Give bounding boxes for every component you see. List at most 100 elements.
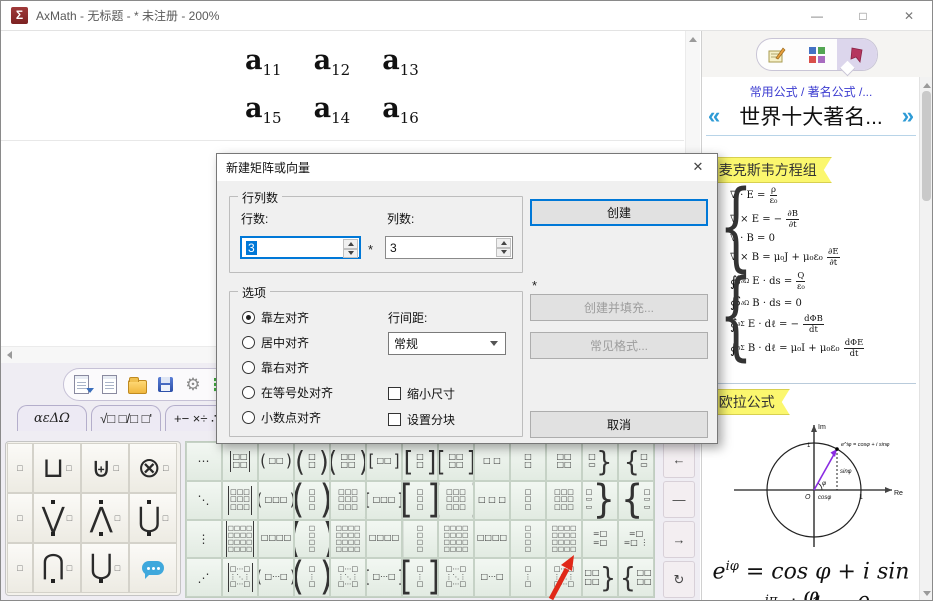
matrix-template-cell[interactable]: (□⋮□) xyxy=(294,558,330,597)
nary-operator-cell[interactable]: ⋁□ xyxy=(33,493,81,543)
euler-identity[interactable]: eiπ + 1 = 0 xyxy=(702,593,920,601)
cols-spinner[interactable] xyxy=(496,238,511,257)
open-folder-icon[interactable] xyxy=(127,374,148,395)
matrix-template-cell[interactable]: [□□□□] xyxy=(438,442,474,481)
scroll-left-icon[interactable] xyxy=(7,351,12,359)
symbol-tab-1[interactable]: √□ □/□ □' xyxy=(91,405,161,431)
palette-nav-button-2[interactable]: → xyxy=(663,521,695,558)
create-button[interactable]: 创建 xyxy=(530,199,708,226)
cols-input[interactable]: 3 xyxy=(385,236,513,259)
matrix-template-cell[interactable]: [□□□□□□□□□□□□□□□□] xyxy=(438,520,474,559)
library-scrollbar[interactable] xyxy=(919,77,933,601)
insert-template-menu-icon[interactable] xyxy=(71,374,92,395)
matrix-template-cell[interactable]: □□□□□□□□□ xyxy=(546,481,582,520)
cancel-button[interactable]: 取消 xyxy=(530,411,708,438)
symbol-tab-0[interactable]: αεΔΩ xyxy=(17,405,87,431)
matrix-template-cell[interactable]: [□⋯□⋮⋱⋮□⋯□] xyxy=(438,558,474,597)
align-radio[interactable]: 小数点对齐 xyxy=(242,409,333,425)
save-icon[interactable] xyxy=(155,374,176,395)
row-spacing-select[interactable]: 常规 xyxy=(388,332,506,355)
next-page-icon[interactable]: » xyxy=(902,103,914,129)
matrix-template-cell[interactable]: ⋰ xyxy=(186,558,222,597)
matrix-template-cell[interactable]: □▭▭} xyxy=(582,481,618,520)
palette-nav-button-3[interactable]: ↻ xyxy=(663,561,695,598)
matrix-template-cell[interactable]: {□▭ xyxy=(618,442,654,481)
nary-operator-cell[interactable]: ⊗□ xyxy=(129,443,177,493)
common-formats-button[interactable]: 常见格式... xyxy=(530,332,708,359)
matrix-template-cell[interactable]: □□ xyxy=(510,442,546,481)
matrix-template-cell[interactable]: [□□□] xyxy=(402,481,438,520)
matrix-template-cell[interactable]: □□□□□□□□□□□□□□□□ xyxy=(222,520,258,559)
matrix-template-cell[interactable]: [□⋯□] xyxy=(366,558,402,597)
matrix-template-cell[interactable]: [□□] xyxy=(402,442,438,481)
matrix-template-cell[interactable]: [□□□□] xyxy=(366,520,402,559)
matrix-template-cell[interactable]: {□□□□ xyxy=(618,558,654,597)
breadcrumb[interactable]: 常用公式 / 著名公式 /... xyxy=(702,83,920,100)
matrix-template-cell[interactable]: [□□] xyxy=(366,442,402,481)
matrix-template-cell[interactable]: [□□□] xyxy=(366,481,402,520)
matrix-template-cell[interactable]: (□□□□□□□□□) xyxy=(330,481,366,520)
scrollbar-thumb[interactable] xyxy=(922,91,931,201)
palette-nav-button-0[interactable]: ← xyxy=(663,441,695,478)
matrix-template-cell[interactable]: □□□ xyxy=(510,481,546,520)
settings-gear-icon[interactable]: ⚙ xyxy=(183,374,204,395)
dialog-close-button[interactable]: ✕ xyxy=(683,155,713,179)
placeholder-cell[interactable]: □ xyxy=(7,443,33,493)
matrix-template-cell[interactable]: ⋮ xyxy=(186,520,222,559)
matrix-template-cell[interactable]: (□□□□) xyxy=(294,520,330,559)
align-radio[interactable]: 靠右对齐 xyxy=(242,359,333,375)
matrix-template-cell[interactable]: (□□□□) xyxy=(330,442,366,481)
nary-operator-cell[interactable]: ⋃□ xyxy=(81,543,129,593)
maxwell-differential-equations[interactable]: {∇ · E = ρε₀∇ × E = − ∂B∂t∇ · B = 0∇ × B… xyxy=(716,183,841,269)
align-radio[interactable]: 居中对齐 xyxy=(242,334,333,350)
nary-operator-cell[interactable]: ⋃□ xyxy=(129,493,177,543)
option-checkbox[interactable]: 设置分块 xyxy=(388,411,455,427)
placeholder-cell[interactable]: □ xyxy=(7,493,33,543)
matrix-template-cell[interactable]: (□□□) xyxy=(258,481,294,520)
scroll-up-icon[interactable] xyxy=(923,83,931,88)
matrix-template-cell[interactable]: ⋱ xyxy=(186,481,222,520)
nary-operator-cell[interactable]: ⋀□ xyxy=(81,493,129,543)
matrix-template-cell[interactable]: ⋯ xyxy=(186,442,222,481)
comment-bubble-cell[interactable] xyxy=(129,543,177,593)
new-document-icon[interactable] xyxy=(99,374,120,395)
matrix-template-cell[interactable]: □□□□□□□□□ xyxy=(222,481,258,520)
minimize-button[interactable]: — xyxy=(794,1,840,30)
scroll-down-icon[interactable] xyxy=(923,591,931,596)
handwriting-tab[interactable] xyxy=(757,39,797,70)
placeholder-cell[interactable]: □ xyxy=(7,543,33,593)
matrix-template-cell[interactable]: [□□□□□□□□□] xyxy=(438,481,474,520)
matrix-template-cell[interactable]: (□□) xyxy=(294,442,330,481)
matrix-template-cell[interactable]: =□=□ ⋮ xyxy=(618,520,654,559)
matrix-template-cell[interactable]: □□□□ xyxy=(222,442,258,481)
matrix-template-cell[interactable]: (□□□□□□□□□□□□□□□□) xyxy=(330,520,366,559)
create-and-fill-button[interactable]: 创建并填充... xyxy=(530,294,708,321)
align-radio[interactable]: 靠左对齐 xyxy=(242,309,333,325)
nary-operator-cell[interactable]: ⋂□ xyxy=(33,543,81,593)
matrix-template-cell[interactable]: □ □ xyxy=(474,442,510,481)
matrix-template-cell[interactable]: (□⋯□⋮⋱⋮□⋯□) xyxy=(330,558,366,597)
rows-input[interactable]: 3 xyxy=(240,236,361,259)
matrix-template-cell[interactable]: □⋯□⋮⋱⋮□⋯□ xyxy=(222,558,258,597)
nary-operator-cell[interactable]: ⊔□ xyxy=(33,443,81,493)
euler-unit-circle-diagram[interactable]: Im Re O 1 1 φ sinφ cosφ e^iφ = cosφ + i … xyxy=(724,415,904,555)
scroll-up-icon[interactable] xyxy=(689,37,697,42)
matrix-template-cell[interactable]: □□□□ xyxy=(546,442,582,481)
close-button[interactable]: ✕ xyxy=(886,1,932,30)
option-checkbox[interactable]: 缩小尺寸 xyxy=(388,385,455,401)
matrix-template-cell[interactable]: □▭} xyxy=(582,442,618,481)
matrix-template-cell[interactable]: [□□□□] xyxy=(402,520,438,559)
matrix-template-cell[interactable]: □⋯□ xyxy=(474,558,510,597)
matrix-template-cell[interactable]: (□⋯□) xyxy=(258,558,294,597)
matrix-template-cell[interactable]: □ □ □ xyxy=(474,481,510,520)
prev-page-icon[interactable]: « xyxy=(708,103,720,129)
rows-spinner[interactable] xyxy=(343,239,358,258)
maximize-button[interactable]: □ xyxy=(840,1,886,30)
palette-nav-button-1[interactable]: — xyxy=(663,481,695,518)
symbol-library-tab[interactable] xyxy=(797,39,837,70)
align-radio[interactable]: 在等号处对齐 xyxy=(242,384,333,400)
maxwell-integral-equations[interactable]: {∯∂Ω E · ds = Qε₀∯∂Ω B · ds = 0∮∂Σ E · d… xyxy=(716,271,865,359)
matrix-template-cell[interactable]: (□□) xyxy=(258,442,294,481)
matrix-template-cell[interactable]: (□□□) xyxy=(294,481,330,520)
matrix-template-cell[interactable]: {□▭▭ xyxy=(618,481,654,520)
